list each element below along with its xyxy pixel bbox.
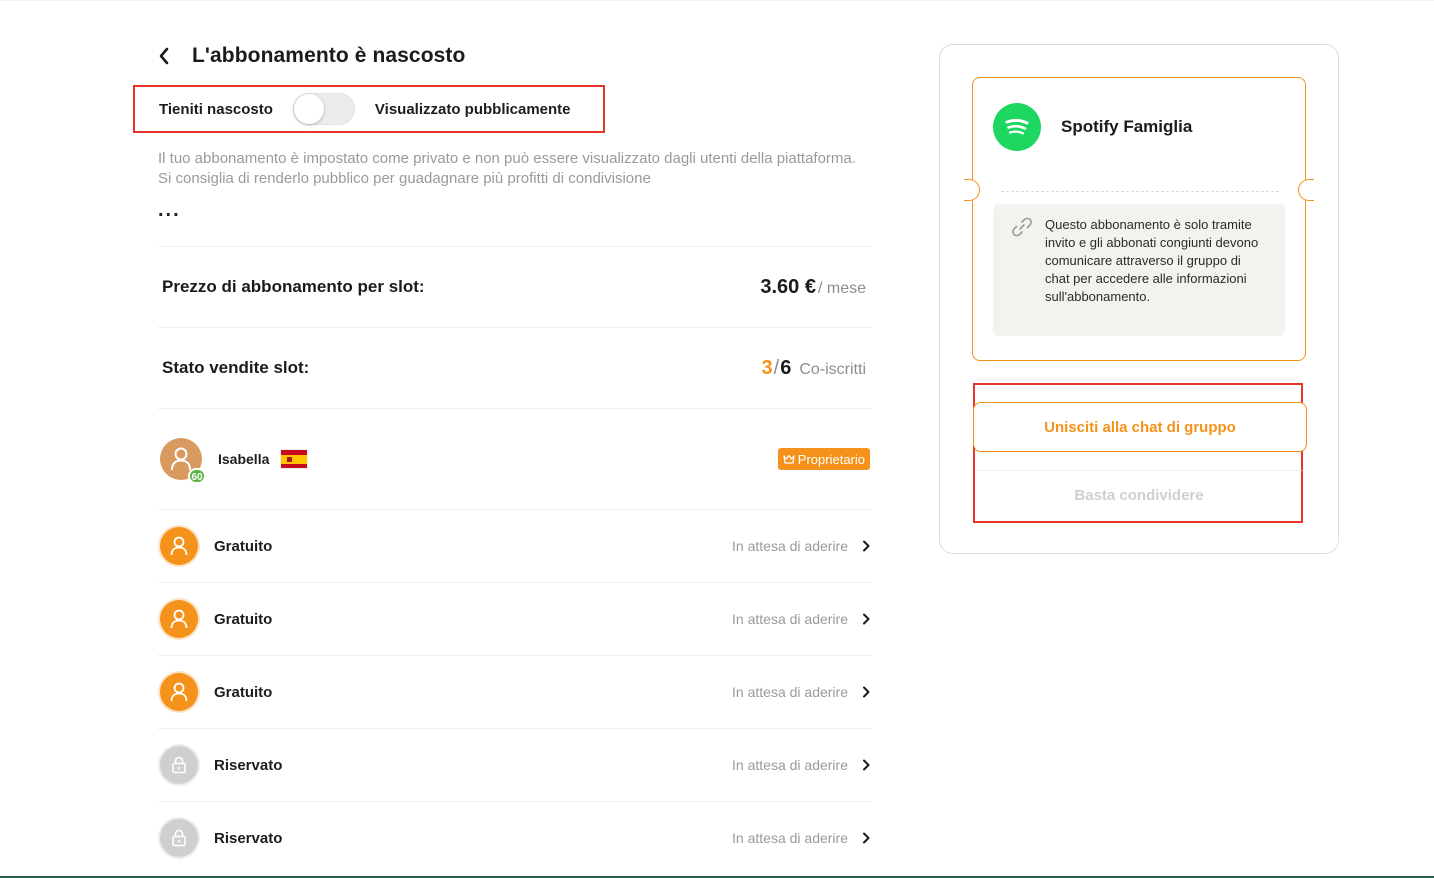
chevron-right-icon	[862, 758, 872, 772]
more-button[interactable]: ...	[158, 200, 181, 220]
spain-flag-icon	[281, 450, 308, 468]
user-icon	[171, 447, 191, 471]
price-label: Prezzo di abbonamento per slot:	[162, 277, 425, 296]
user-icon	[170, 609, 188, 629]
subscription-card: Spotify Famiglia Questo abbonamento è so…	[939, 44, 1339, 554]
member-row[interactable]: Gratuito In attesa di aderire	[158, 582, 872, 655]
page-title: L'abbonamento è nascosto	[192, 44, 466, 67]
ticket-notch-left	[964, 179, 980, 201]
dashed-divider	[1001, 191, 1279, 192]
avatar	[160, 746, 198, 784]
lock-icon	[172, 756, 186, 774]
join-group-chat-button[interactable]: Unisciti alla chat di gruppo	[973, 402, 1307, 452]
user-icon	[170, 536, 188, 556]
member-name: Riservato	[214, 756, 283, 774]
member-name: Gratuito	[214, 683, 273, 701]
avatar	[160, 527, 198, 565]
hidden-option-label[interactable]: Tieniti nascosto	[159, 101, 273, 118]
chevron-right-icon	[862, 685, 872, 699]
owner-badge: Proprietario	[777, 448, 870, 470]
visibility-toggle[interactable]	[292, 93, 355, 125]
page-header: L'abbonamento è nascosto	[158, 40, 872, 72]
owner-badge-label: Proprietario	[797, 451, 865, 467]
chevron-right-icon	[862, 831, 872, 845]
visibility-toggle-group: Tieniti nascosto Visualizzato pubblicame…	[133, 85, 605, 133]
price-value-group: 3.60 € / mese	[760, 276, 866, 299]
price-unit: / mese	[817, 279, 866, 297]
back-button[interactable]	[158, 44, 178, 68]
service-ticket: Spotify Famiglia Questo abbonamento è so…	[964, 77, 1314, 361]
slot-status-label: Stato vendite slot:	[162, 358, 310, 377]
member-status: In attesa di aderire	[732, 830, 848, 846]
chevron-right-icon	[862, 539, 872, 553]
price-row: Prezzo di abbonamento per slot: 3.60 € / …	[158, 246, 872, 327]
user-icon	[170, 682, 188, 702]
top-divider	[0, 0, 1434, 1]
member-status: In attesa di aderire	[732, 611, 848, 627]
spotify-icon	[993, 103, 1041, 151]
ticket-notch-right	[1298, 179, 1314, 201]
member-name: Gratuito	[214, 537, 273, 555]
avatar[interactable]: 60	[160, 438, 206, 484]
level-badge: 60	[188, 468, 206, 484]
service-name: Spotify Famiglia	[1061, 117, 1193, 136]
invite-info-box: Questo abbonamento è solo tramite invito…	[993, 204, 1285, 336]
service-header: Spotify Famiglia	[993, 103, 1192, 151]
chevron-right-icon	[862, 612, 872, 626]
chevron-left-icon	[159, 47, 169, 65]
owner-info: 60 Isabella	[160, 438, 308, 484]
avatar	[160, 819, 198, 857]
avatar	[160, 600, 198, 638]
link-icon	[1011, 216, 1033, 243]
slot-status-value: 3/6 Co-iscritti	[762, 357, 866, 380]
owner-name: Isabella	[218, 451, 270, 467]
owner-row: 60 Isabella Proprietario	[158, 408, 872, 509]
slot-unit: Co-iscritti	[799, 360, 866, 378]
member-name: Riservato	[214, 829, 283, 847]
toggle-knob	[293, 94, 324, 124]
member-row[interactable]: Riservato In attesa di aderire	[158, 728, 872, 801]
privacy-description: Il tuo abbonamento è impostato come priv…	[158, 150, 856, 187]
crown-icon	[783, 454, 795, 464]
slot-separator: /	[773, 356, 780, 379]
member-name: Gratuito	[214, 610, 273, 628]
lock-icon	[172, 829, 186, 847]
slot-status-row: Stato vendite slot: 3/6 Co-iscritti	[158, 327, 872, 408]
avatar	[160, 673, 198, 711]
slot-sold-count: 3	[761, 356, 773, 379]
member-row[interactable]: Gratuito In attesa di aderire	[158, 655, 872, 728]
member-row[interactable]: Gratuito In attesa di aderire	[158, 509, 872, 582]
member-status: In attesa di aderire	[732, 757, 848, 773]
price-value: 3.60 €	[760, 275, 816, 298]
invite-text: Questo abbonamento è solo tramite invito…	[1045, 217, 1259, 304]
slot-total-count: 6	[780, 356, 792, 379]
member-row[interactable]: Riservato In attesa di aderire	[158, 801, 872, 874]
member-status: In attesa di aderire	[732, 538, 848, 554]
public-option-label[interactable]: Visualizzato pubblicamente	[375, 101, 571, 118]
member-status: In attesa di aderire	[732, 684, 848, 700]
subscription-details: L'abbonamento è nascosto Tieniti nascost…	[133, 40, 872, 857]
stop-sharing-button[interactable]: Basta condividere	[976, 470, 1302, 520]
